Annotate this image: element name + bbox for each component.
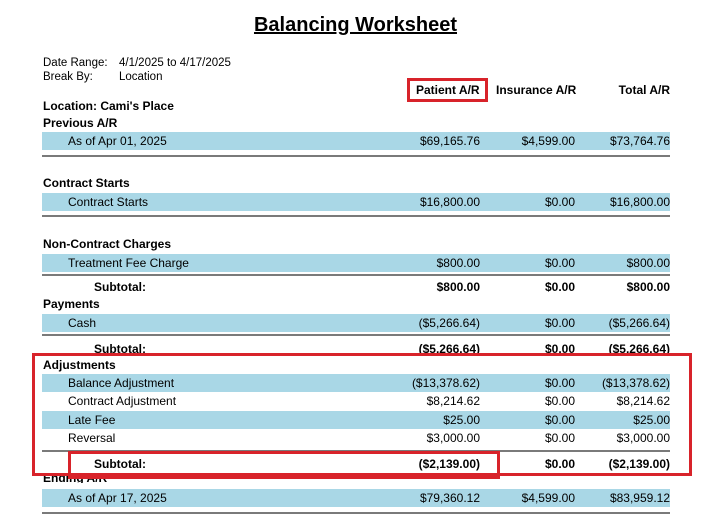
- patient-ar-subtotal: ($5,266.64): [418, 342, 480, 353]
- report-title: Balancing Worksheet: [253, 14, 458, 36]
- patient-ar-value: $800.00: [436, 256, 480, 270]
- total-ar-subtotal: ($5,266.64): [608, 342, 670, 353]
- row-label: As of Apr 17, 2025: [68, 491, 167, 505]
- insurance-ar-value: $4,599.00: [521, 134, 575, 148]
- insurance-ar-subtotal: $0.00: [544, 342, 575, 353]
- insurance-ar-subtotal: $0.00: [544, 280, 575, 294]
- section-contract-starts: Contract Starts: [43, 176, 130, 190]
- total-ar-subtotal: $800.00: [626, 280, 670, 294]
- patient-ar-value: $69,165.76: [419, 134, 480, 148]
- divider: [42, 155, 670, 157]
- patient-ar-value: $79,360.12: [419, 491, 480, 505]
- table-row: Contract Starts $16,800.00 $0.00 $16,800…: [42, 193, 670, 211]
- patient-ar-value: $16,800.00: [419, 195, 480, 209]
- row-label: As of Apr 01, 2025: [68, 134, 167, 148]
- row-label: Contract Starts: [68, 195, 149, 209]
- total-ar-value: $800.00: [626, 256, 670, 270]
- location-heading: Location: Cami's Place: [43, 99, 174, 113]
- divider: [42, 334, 670, 336]
- patient-ar-subtotal: $800.00: [436, 280, 480, 294]
- divider: [42, 274, 670, 276]
- subtotal-row: Subtotal: $800.00 $0.00 $800.00: [42, 278, 670, 296]
- break-by-value: Location: [119, 71, 163, 83]
- row-label: Treatment Fee Charge: [68, 256, 189, 270]
- patient-ar-value: ($5,266.64): [418, 316, 480, 330]
- total-ar-value: $83,959.12: [609, 491, 670, 505]
- table-row: As of Apr 17, 2025 $79,360.12 $4,599.00 …: [42, 489, 670, 507]
- subtotal-label: Subtotal:: [94, 280, 146, 294]
- table-row: As of Apr 01, 2025 $69,165.76 $4,599.00 …: [42, 132, 670, 150]
- break-by-label: Break By:: [43, 71, 93, 83]
- total-ar-value: $73,764.76: [609, 134, 670, 148]
- highlight-box-adjustments-subtotal: [68, 451, 500, 479]
- section-non-contract-charges: Non-Contract Charges: [43, 237, 172, 251]
- divider: [42, 512, 670, 514]
- column-header-total-ar: Total A/R: [618, 83, 670, 97]
- subtotal-label: Subtotal:: [94, 342, 146, 353]
- insurance-ar-value: $4,599.00: [521, 491, 575, 505]
- column-header-insurance-ar: Insurance A/R: [496, 83, 577, 97]
- divider: [42, 215, 670, 217]
- insurance-ar-value: $0.00: [544, 195, 575, 209]
- row-label: Cash: [68, 316, 97, 330]
- insurance-ar-value: $0.00: [544, 256, 575, 270]
- section-previous-ar: Previous A/R: [43, 116, 118, 130]
- total-ar-value: $16,800.00: [609, 195, 670, 209]
- total-ar-value: ($5,266.64): [608, 316, 670, 330]
- insurance-ar-value: $0.00: [544, 316, 575, 330]
- table-row: Cash ($5,266.64) $0.00 ($5,266.64): [42, 314, 670, 332]
- section-payments: Payments: [43, 297, 100, 311]
- table-row: Treatment Fee Charge $800.00 $0.00 $800.…: [42, 254, 670, 272]
- date-range-value: 4/1/2025 to 4/17/2025: [119, 57, 231, 69]
- highlight-box-patient-ar-header: [407, 78, 488, 102]
- subtotal-row: Subtotal: ($5,266.64) $0.00 ($5,266.64): [42, 340, 670, 353]
- date-range-label: Date Range:: [43, 57, 108, 69]
